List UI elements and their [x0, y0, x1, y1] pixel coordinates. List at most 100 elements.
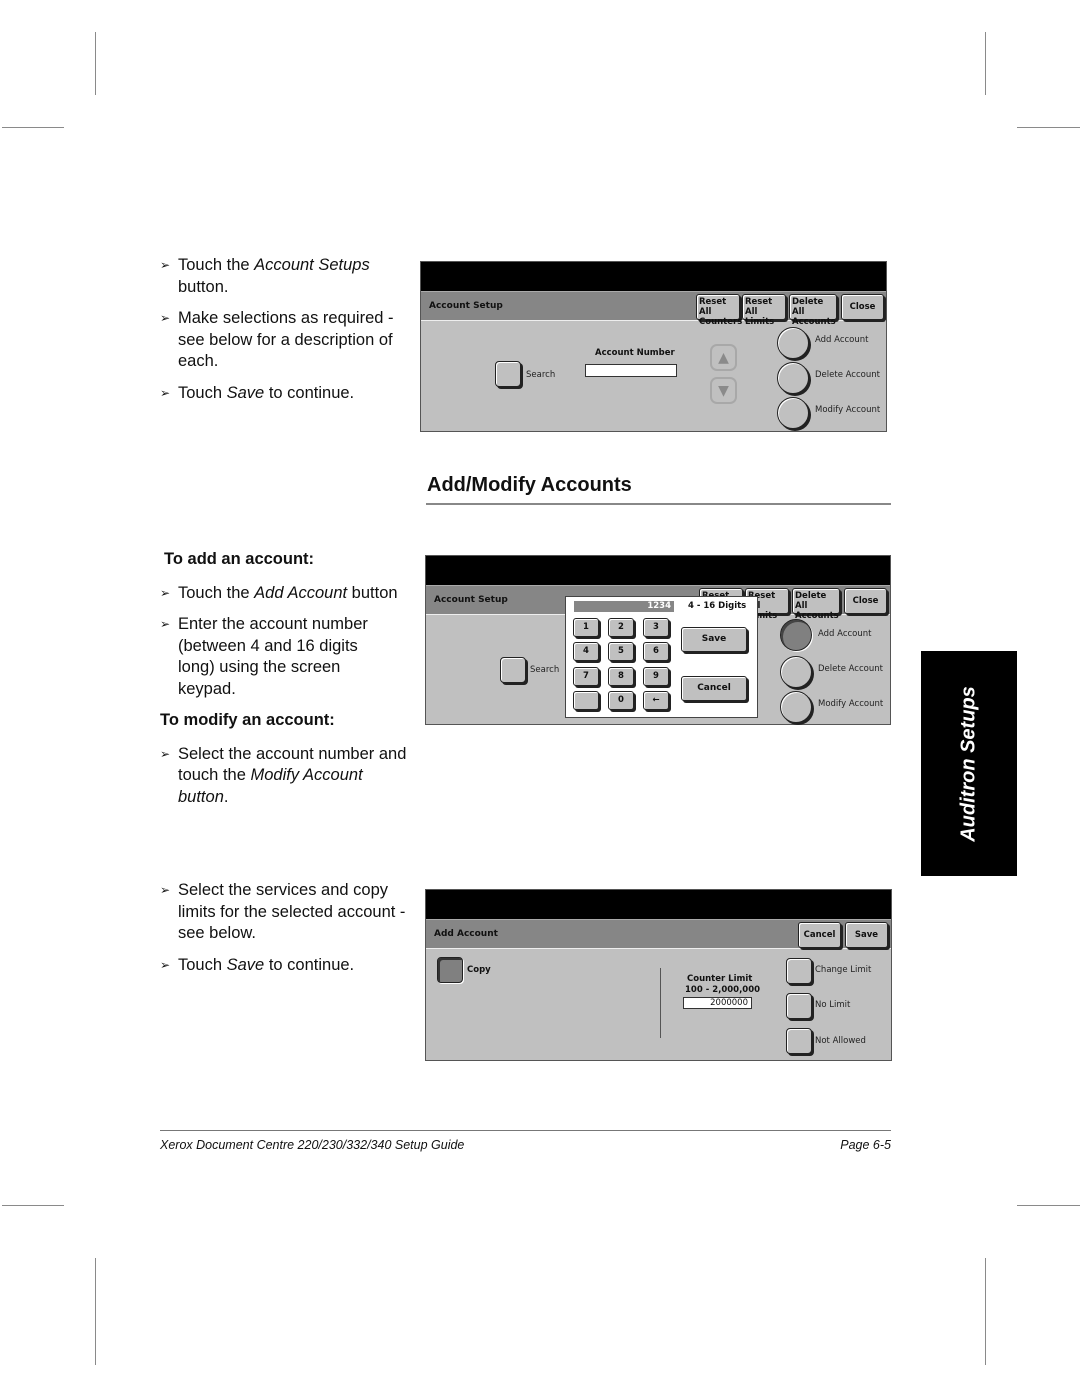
chapter-side-tab: Auditron Setups	[921, 651, 1017, 876]
instruction-bullet: ➢ Select the services and copy limits fo…	[160, 881, 406, 942]
digit-range-label: 4 - 16 Digits	[688, 601, 747, 611]
delete-account-label: Delete Account	[818, 664, 883, 674]
modify-account-button[interactable]	[780, 691, 812, 723]
search-button[interactable]	[495, 361, 521, 387]
footer-guide-title: Xerox Document Centre 220/230/332/340 Se…	[160, 1138, 465, 1152]
crop-mark	[985, 1258, 986, 1365]
search-button[interactable]	[500, 657, 526, 683]
instruction-bullet: ➢ Touch Save to continue.	[160, 955, 415, 977]
close-button[interactable]: Close	[844, 588, 887, 614]
key-8[interactable]: 8	[608, 667, 634, 686]
reset-all-limits-button[interactable]: Reset AllLimits	[742, 294, 786, 327]
add-account-screen: Add Account Cancel Save Copy Counter Lim…	[425, 889, 892, 1061]
crop-mark	[95, 1258, 96, 1365]
save-button[interactable]: Save	[845, 922, 888, 948]
key-2[interactable]: 2	[608, 618, 634, 637]
search-label: Search	[526, 370, 556, 380]
key-5[interactable]: 5	[608, 642, 634, 661]
bullet-arrow-icon: ➢	[160, 746, 171, 761]
keypad-display: 1234	[574, 601, 674, 612]
counter-limit-range: 100 - 2,000,000	[685, 985, 761, 995]
scroll-up-button[interactable]: ▲	[710, 344, 737, 371]
close-button[interactable]: Close	[841, 294, 884, 320]
modify-account-label: Modify Account	[815, 405, 881, 415]
numeric-keypad-popup: 1234 4 - 16 Digits 1 2 3 4 5 6 7 8 9 0 ←…	[565, 596, 758, 718]
footer-divider	[160, 1130, 891, 1131]
screen-title-bar: Account Setup Reset AllCounters Reset Al…	[421, 291, 886, 327]
not-allowed-label: Not Allowed	[815, 1036, 866, 1046]
copy-service-label: Copy	[467, 965, 491, 975]
account-setup-screen: Account Setup Reset All Counters Reset Al…	[420, 261, 887, 432]
screen-title-bar: Add Account Cancel Save	[426, 919, 891, 949]
instruction-bullet: ➢ Touch the Account Setups button.	[160, 256, 370, 296]
side-tab-label: Auditron Setups	[957, 685, 980, 842]
key-9[interactable]: 9	[643, 667, 669, 686]
delete-all-accounts-button[interactable]: Delete All Accounts	[792, 588, 840, 621]
keypad-save-button[interactable]: Save	[681, 627, 747, 652]
section-title: Add/Modify Accounts	[427, 474, 632, 496]
section-divider	[426, 503, 891, 505]
key-3[interactable]: 3	[643, 618, 669, 637]
bullet-arrow-icon: ➢	[160, 585, 171, 600]
bullet-arrow-icon: ➢	[160, 883, 171, 897]
crop-mark	[2, 1205, 64, 1206]
screen-top-bar	[421, 262, 886, 291]
instruction-bullet: ➢ Touch the Add Account button	[160, 583, 415, 605]
add-account-label: Add Account	[818, 629, 872, 639]
bullet-arrow-icon: ➢	[160, 311, 171, 325]
instruction-bullet: ➢ Touch Save to continue.	[160, 383, 415, 405]
screen-title: Account Setup	[429, 301, 503, 311]
add-account-label: Add Account	[815, 335, 869, 345]
change-limit-button[interactable]	[786, 958, 812, 984]
bullet-arrow-icon: ➢	[160, 385, 171, 400]
crop-mark	[2, 127, 64, 128]
delete-account-button[interactable]	[780, 656, 812, 688]
modify-account-button[interactable]	[777, 397, 809, 429]
screen-title: Account Setup	[434, 595, 508, 605]
down-arrow-icon: ▼	[718, 382, 729, 399]
crop-mark	[1017, 127, 1080, 128]
intro-instructions: ➢ Touch the Account Setups button. ➢ Mak…	[160, 255, 415, 414]
cancel-button[interactable]: Cancel	[798, 922, 841, 948]
footer-page-number: Page 6-5	[840, 1138, 891, 1152]
account-number-label: Account Number	[595, 348, 675, 358]
delete-account-button[interactable]	[777, 362, 809, 394]
add-modify-instructions: To add an account: ➢ Touch the Add Accou…	[160, 549, 415, 818]
crop-mark	[1017, 1205, 1080, 1206]
change-limit-label: Change Limit	[815, 965, 872, 975]
bullet-arrow-icon: ➢	[160, 957, 171, 972]
keypad-cancel-button[interactable]: Cancel	[681, 676, 747, 701]
reset-all-counters-button[interactable]: Reset AllCounters	[696, 294, 742, 327]
copy-service-button[interactable]	[437, 957, 463, 983]
key-blank[interactable]	[573, 691, 599, 710]
key-0[interactable]: 0	[608, 691, 634, 710]
counter-limit-field[interactable]: 2000000	[683, 997, 752, 1009]
no-limit-label: No Limit	[815, 1000, 851, 1010]
key-1[interactable]: 1	[573, 618, 599, 637]
vertical-divider	[660, 968, 661, 1038]
services-instructions: ➢ Select the services and copy limits fo…	[160, 880, 415, 986]
add-account-button[interactable]	[780, 619, 812, 651]
counter-limit-label: Counter Limit	[687, 974, 753, 984]
bullet-arrow-icon: ➢	[160, 617, 171, 631]
key-4[interactable]: 4	[573, 642, 599, 661]
backspace-key[interactable]: ←	[643, 691, 669, 710]
screen-title: Add Account	[434, 929, 498, 939]
modify-account-label: Modify Account	[818, 699, 884, 709]
scroll-down-button[interactable]: ▼	[710, 377, 737, 404]
account-number-field[interactable]	[585, 364, 677, 377]
not-allowed-button[interactable]	[786, 1028, 812, 1054]
backspace-arrow-icon: ←	[652, 695, 660, 705]
no-limit-button[interactable]	[786, 993, 812, 1019]
screen-top-bar	[426, 556, 890, 585]
key-6[interactable]: 6	[643, 642, 669, 661]
delete-all-accounts-button[interactable]: Delete All Accounts	[789, 294, 837, 327]
key-7[interactable]: 7	[573, 667, 599, 686]
crop-mark	[985, 32, 986, 95]
bullet-arrow-icon: ➢	[160, 258, 171, 272]
up-arrow-icon: ▲	[718, 349, 729, 366]
modify-account-heading: To modify an account:	[160, 711, 335, 729]
account-setup-keypad-screen: Account Setup Reset AllCounters Reset Al…	[425, 555, 891, 725]
delete-account-label: Delete Account	[815, 370, 880, 380]
add-account-button[interactable]	[777, 327, 809, 359]
